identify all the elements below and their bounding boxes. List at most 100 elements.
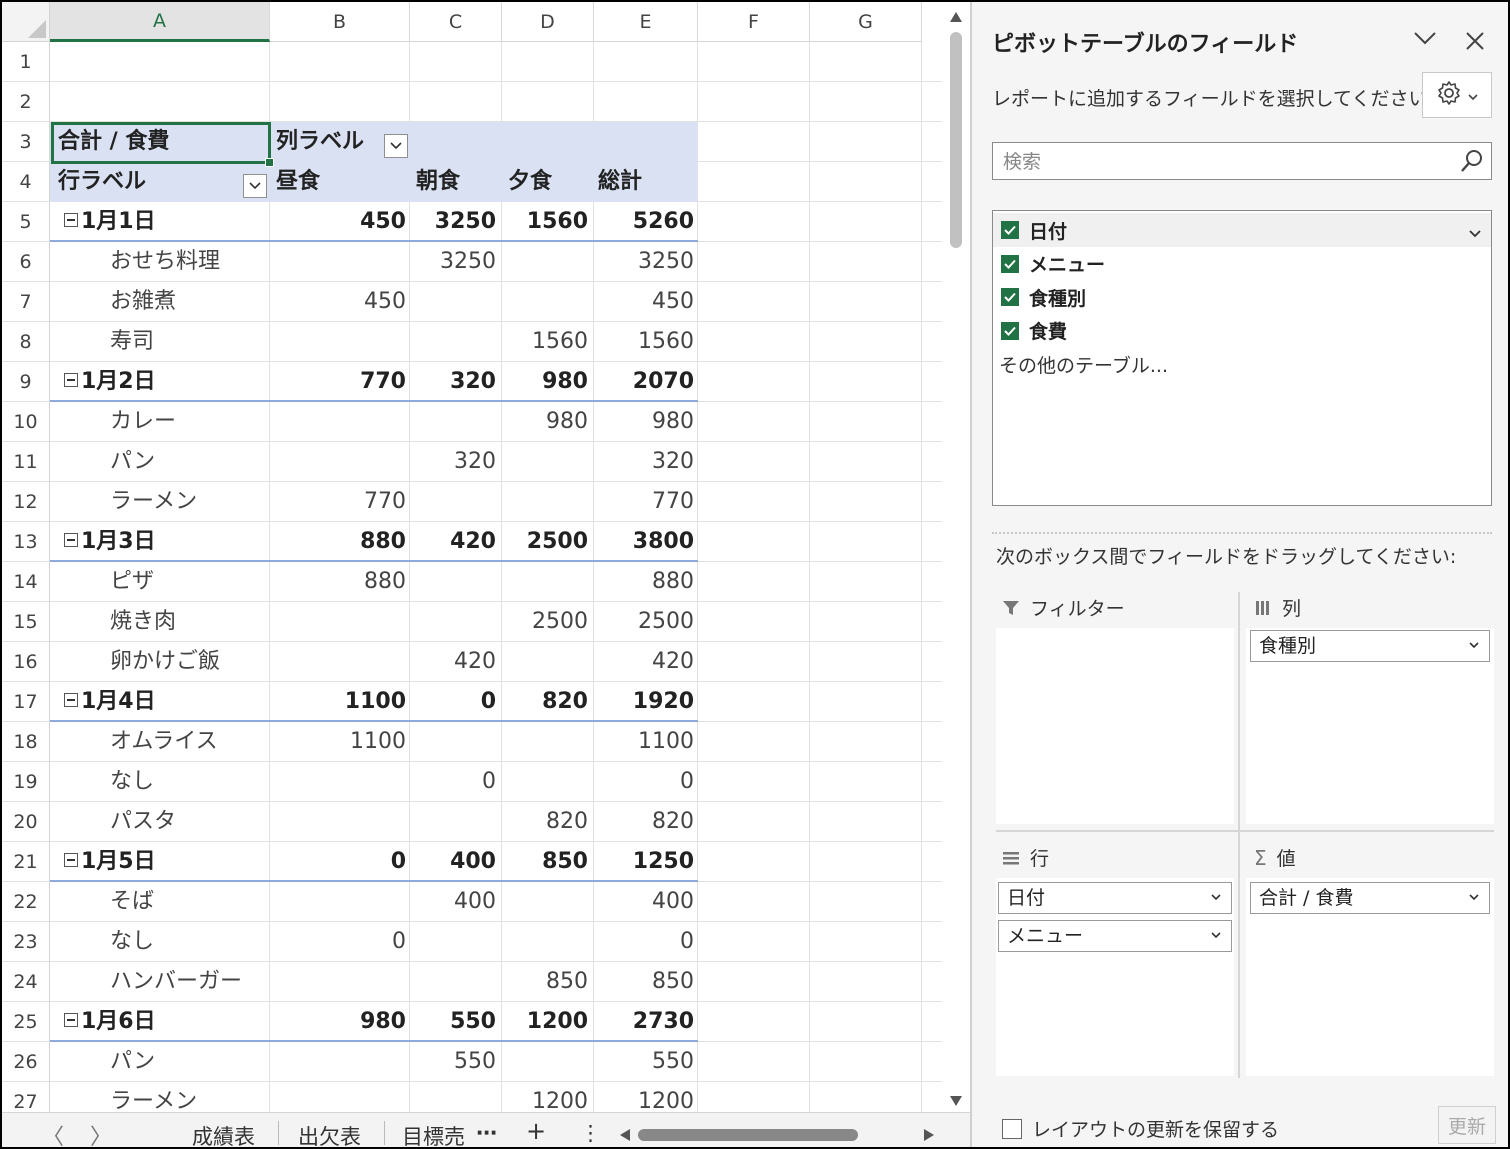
pivot-item-label[interactable]: お雑煮 — [110, 282, 176, 322]
pivot-value-cell[interactable]: 1560 — [468, 202, 588, 242]
column-header-f[interactable]: F — [698, 2, 810, 42]
pivot-value-cell[interactable]: 1200 — [574, 1082, 694, 1112]
row-header-16[interactable]: 16 — [2, 642, 50, 682]
pivot-value-cell[interactable]: 1200 — [468, 1002, 588, 1042]
pivot-value-cell[interactable] — [468, 722, 588, 762]
scroll-right-icon[interactable] — [924, 1129, 934, 1141]
row-header-9[interactable]: 9 — [2, 362, 50, 402]
pivot-group-label[interactable]: 1月4日 — [64, 682, 156, 722]
row-header-27[interactable]: 27 — [2, 1082, 50, 1112]
checkbox-checked-icon[interactable] — [1001, 221, 1019, 239]
row-header-22[interactable]: 22 — [2, 882, 50, 922]
more-tables-link[interactable]: その他のテーブル... — [999, 351, 1168, 378]
row-header-24[interactable]: 24 — [2, 962, 50, 1002]
collapse-icon[interactable] — [64, 213, 78, 227]
column-header-c[interactable]: C — [410, 2, 502, 42]
pivot-value-cell[interactable] — [468, 762, 588, 802]
spreadsheet-grid[interactable]: ABCDEFG 1 2 3 4 5 6 7 8 9 10 11 12 13 14 15 16 17 18 19 20 2… — [2, 2, 942, 1112]
column-header-a[interactable]: A — [50, 2, 270, 42]
pivot-item-label[interactable]: パスタ — [110, 802, 176, 842]
field-search-box[interactable] — [992, 142, 1492, 180]
header-dinner[interactable]: 夕食 — [508, 162, 552, 202]
field-search-input[interactable] — [1001, 147, 1445, 177]
defer-checkbox[interactable] — [1002, 1118, 1022, 1139]
vertical-scroll-thumb[interactable] — [950, 32, 962, 248]
tab-next-icon[interactable]: 〉 — [90, 1119, 112, 1147]
row-header-14[interactable]: 14 — [2, 562, 50, 602]
row-header-25[interactable]: 25 — [2, 1002, 50, 1042]
pivot-item-label[interactable]: パン — [110, 1042, 155, 1082]
pivot-value-cell[interactable]: 1250 — [574, 842, 694, 882]
active-cell-A3[interactable] — [51, 122, 274, 167]
tab-prev-icon[interactable]: 〈 — [42, 1119, 64, 1147]
column-header-d[interactable]: D — [502, 2, 594, 42]
row-header-26[interactable]: 26 — [2, 1042, 50, 1082]
pivot-row-label[interactable]: 行ラベル — [58, 162, 146, 202]
pivot-value-cell[interactable]: 450 — [574, 282, 694, 322]
pivot-value-cell[interactable]: 3250 — [574, 242, 694, 282]
pivot-item-label[interactable]: ラーメン — [110, 482, 197, 522]
pivot-item-label[interactable]: 寿司 — [110, 322, 154, 362]
header-lunch[interactable]: 昼食 — [276, 162, 320, 202]
rows-field-chip-menu[interactable]: メニュー — [998, 920, 1232, 952]
row-header-4[interactable]: 4 — [2, 162, 50, 202]
pivot-value-cell[interactable]: 850 — [468, 842, 588, 882]
row-header-10[interactable]: 10 — [2, 402, 50, 442]
pivot-value-cell[interactable]: 980 — [574, 402, 694, 442]
pivot-value-cell[interactable]: 770 — [574, 482, 694, 522]
close-icon[interactable] — [1466, 32, 1484, 54]
collapse-icon[interactable] — [64, 1013, 78, 1027]
filter-area[interactable] — [996, 628, 1234, 824]
checkbox-checked-icon[interactable] — [1001, 321, 1019, 340]
horizontal-scroll-thumb[interactable] — [638, 1129, 858, 1141]
select-all-corner[interactable] — [2, 2, 50, 42]
more-tabs-icon[interactable]: ⋯ — [476, 1121, 497, 1145]
pivot-value-cell[interactable]: 5260 — [574, 202, 694, 242]
values-field-chip[interactable]: 合計 / 食費 — [1250, 882, 1490, 914]
defer-layout-update[interactable]: レイアウトの更新を保留する — [1002, 1115, 1279, 1142]
pivot-group-label[interactable]: 1月3日 — [64, 522, 156, 562]
pivot-value-cell[interactable]: 1920 — [574, 682, 694, 722]
row-header-12[interactable]: 12 — [2, 482, 50, 522]
pivot-value-cell[interactable] — [468, 922, 588, 962]
pivot-value-cell[interactable] — [468, 642, 588, 682]
pivot-value-cell[interactable]: 0 — [574, 762, 694, 802]
column-header-e[interactable]: E — [594, 2, 698, 42]
pivot-item-label[interactable]: なし — [110, 922, 154, 962]
rows-field-chip-date[interactable]: 日付 — [998, 882, 1232, 914]
pivot-value-cell[interactable]: 0 — [574, 922, 694, 962]
vertical-scrollbar[interactable] — [942, 2, 970, 1112]
pivot-item-label[interactable]: そば — [110, 882, 154, 922]
row-header-6[interactable]: 6 — [2, 242, 50, 282]
scroll-down-icon[interactable] — [950, 1096, 962, 1106]
pivot-value-cell[interactable]: 320 — [574, 442, 694, 482]
pivot-value-cell[interactable] — [468, 482, 588, 522]
pivot-value-cell[interactable] — [468, 562, 588, 602]
checkbox-checked-icon[interactable] — [1001, 254, 1019, 273]
sheet-tab-targets[interactable]: 目標売 — [402, 1121, 465, 1147]
pivot-column-label[interactable]: 列ラベル — [276, 122, 364, 162]
column-filter-dropdown[interactable] — [384, 134, 408, 158]
pivot-value-cell[interactable]: 980 — [468, 362, 588, 402]
row-header-21[interactable]: 21 — [2, 842, 50, 882]
pivot-value-cell[interactable]: 3800 — [574, 522, 694, 562]
pivot-value-cell[interactable]: 2730 — [574, 1002, 694, 1042]
search-icon[interactable] — [1459, 148, 1485, 178]
pivot-item-label[interactable]: おせち料理 — [110, 242, 220, 282]
pivot-item-label[interactable]: ラーメン — [110, 1082, 197, 1112]
row-header-7[interactable]: 7 — [2, 282, 50, 322]
pivot-value-cell[interactable]: 820 — [468, 682, 588, 722]
pivot-value-cell[interactable]: 820 — [574, 802, 694, 842]
column-header-g[interactable]: G — [810, 2, 922, 42]
row-header-5[interactable]: 5 — [2, 202, 50, 242]
pivot-value-cell[interactable]: 2070 — [574, 362, 694, 402]
pivot-item-label[interactable]: ピザ — [110, 562, 154, 602]
pivot-item-label[interactable]: 焼き肉 — [110, 602, 176, 642]
checkbox-checked-icon[interactable] — [1001, 288, 1019, 306]
tools-button[interactable] — [1422, 72, 1492, 118]
pivot-value-cell[interactable] — [468, 442, 588, 482]
pivot-value-cell[interactable]: 880 — [574, 562, 694, 602]
pivot-value-cell[interactable]: 850 — [468, 962, 588, 1002]
pivot-value-cell[interactable] — [468, 242, 588, 282]
pivot-value-cell[interactable]: 850 — [574, 962, 694, 1002]
